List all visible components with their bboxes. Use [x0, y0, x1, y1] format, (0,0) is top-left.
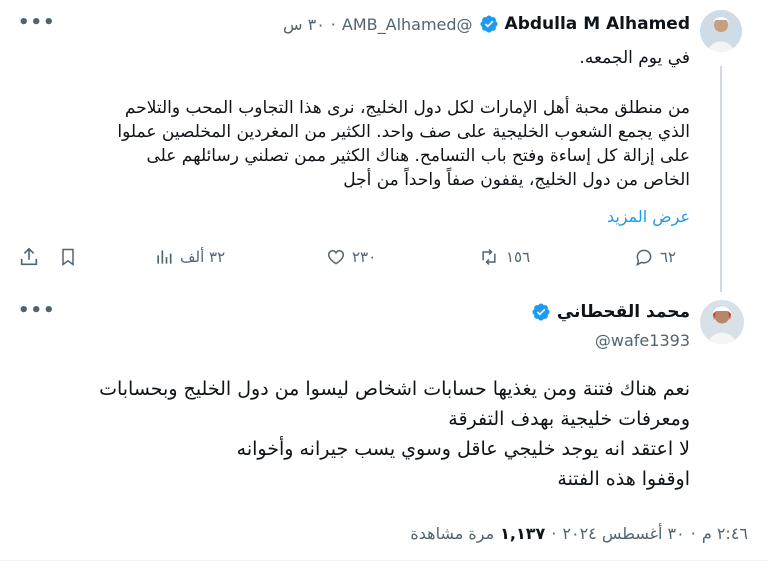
verified-badge-icon	[480, 15, 498, 33]
share-button[interactable]	[18, 246, 40, 272]
parent-more-button[interactable]: •••	[18, 12, 56, 33]
reply-action[interactable]: ٦٢	[634, 247, 676, 267]
meta-separator: ·	[690, 524, 696, 543]
reply-date[interactable]: ٣٠ أغسطس ٢٠٢٤	[562, 524, 684, 543]
like-action[interactable]: ٢٣٠	[326, 247, 376, 267]
parent-body-line: الذي يجمع الشعوب الخليجية على صف واحد. ا…	[117, 122, 690, 142]
parent-first-line: في يوم الجمعه.	[579, 48, 690, 68]
bookmark-button[interactable]	[58, 246, 78, 272]
retweet-icon	[482, 248, 496, 266]
reply-author-name[interactable]: محمد القحطاني	[557, 302, 690, 322]
parent-body: من منطلق محبة أهل الإمارات لكل دول الخلي…	[10, 96, 690, 192]
views-action[interactable]: ٣٢ ألف	[154, 247, 225, 267]
parent-author-handle[interactable]: @AMB_Alhamed	[342, 15, 473, 34]
parent-body-line: من منطلق محبة أهل الإمارات لكل دول الخلي…	[124, 98, 690, 118]
header-separator: ·	[330, 14, 336, 34]
person-icon	[700, 10, 742, 52]
reply-view-label: مرة مشاهدة	[410, 524, 495, 543]
thread-connector-line	[720, 66, 722, 292]
retweet-count: ١٥٦	[506, 248, 531, 266]
parent-author-avatar[interactable]	[700, 10, 742, 52]
reply-time[interactable]: ٢:٤٦ م	[702, 524, 748, 543]
reply-more-button[interactable]: •••	[18, 300, 56, 321]
more-horizontal-icon: •••	[18, 300, 56, 321]
reply-icon	[636, 249, 652, 266]
parent-timestamp[interactable]: ٣٠ س	[283, 15, 325, 34]
bottom-divider	[0, 560, 768, 561]
more-horizontal-icon: •••	[18, 12, 56, 33]
parent-body-line: على إزالة كل إساءة وفتح باب التسامح. هنا…	[146, 146, 690, 166]
reply-view-count: ١,١٣٧	[500, 524, 546, 543]
bookmark-icon	[62, 248, 74, 266]
reply-body: نعم هناك فتنة ومن يغذيها حسابات اشخاص لي…	[10, 374, 690, 494]
views-chart-icon	[157, 250, 172, 264]
like-count: ٢٣٠	[352, 248, 377, 266]
reply-body-line: نعم هناك فتنة ومن يغذيها حسابات اشخاص لي…	[99, 378, 690, 400]
parent-author-name[interactable]: Abdulla M Alhamed	[505, 14, 690, 34]
meta-separator: ·	[551, 524, 557, 543]
reply-body-line: ومعرفات خليجية بهدف التفرقة	[448, 408, 690, 430]
retweet-action[interactable]: ١٥٦	[478, 247, 530, 267]
reply-author-avatar[interactable]	[700, 300, 744, 344]
reply-body-line: لا اعتقد انه يوجد خليجي عاقل وسوي يسب جي…	[236, 438, 690, 460]
reply-header: محمد القحطاني	[531, 302, 690, 322]
show-more-link[interactable]: عرض المزيد	[607, 207, 690, 226]
reply-author-handle[interactable]: @wafe1393	[595, 331, 690, 350]
heart-icon	[327, 249, 345, 265]
reply-metadata: ٢:٤٦ م · ٣٠ أغسطس ٢٠٢٤ · ١,١٣٧ مرة مشاهد…	[410, 524, 748, 543]
person-icon	[700, 300, 744, 344]
share-icon	[20, 247, 38, 266]
reply-count: ٦٢	[660, 248, 677, 266]
parent-header: Abdulla M Alhamed @AMB_Alhamed · ٣٠ س	[283, 14, 690, 34]
verified-badge-icon	[532, 303, 550, 321]
views-count: ٣٢ ألف	[180, 248, 226, 266]
reply-body-line: اوقفوا هذه الفتنة	[557, 468, 690, 490]
parent-body-line: الخاص من دول الخليج، يقفون صفاً واحداً م…	[343, 170, 690, 190]
